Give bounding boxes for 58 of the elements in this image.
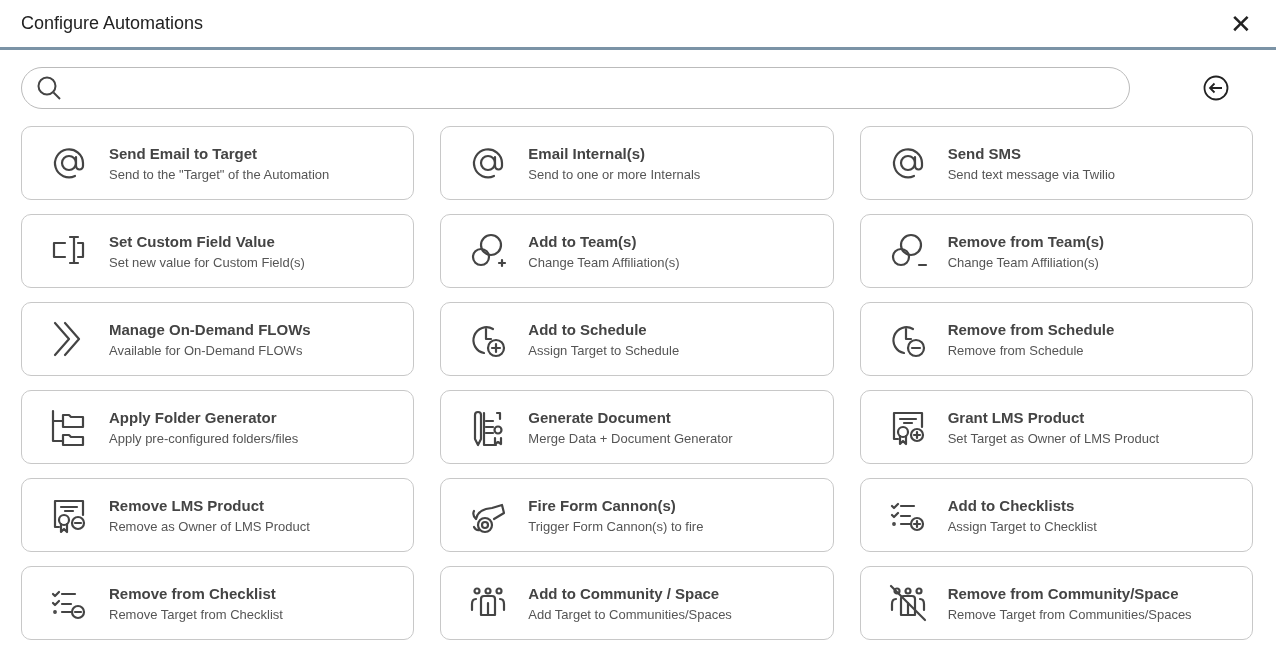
automation-title: Manage On-Demand FLOWs xyxy=(109,319,311,339)
automation-card[interactable]: Grant LMS Product Set Target as Owner of LMS Product xyxy=(859,390,1253,464)
automation-title: Remove from Checklist xyxy=(109,583,277,603)
automation-card[interactable]: Remove from Schedule Remove from Schedule xyxy=(859,302,1253,376)
automation-card[interactable]: Send SMS Send text message via Twilio xyxy=(859,126,1253,200)
automation-title: Add to Schedule xyxy=(528,319,648,339)
automation-title: Email Internal(s) xyxy=(528,143,647,163)
automation-description: Remove as Owner of LMS Product xyxy=(109,517,310,535)
automation-card[interactable]: Add to Checklists Assign Target to Checklist xyxy=(859,478,1253,552)
automation-card[interactable]: Remove from Community/Space Remove Target from Communities/Spaces xyxy=(859,566,1253,640)
automation-description: Add Target to Communities/Spaces xyxy=(528,605,732,623)
automation-card[interactable]: Remove LMS Product Remove as Owner of LMS Product xyxy=(21,478,415,552)
automation-description: Merge Data + Document Generator xyxy=(528,429,733,447)
automation-description: Assign Target to Checklist xyxy=(947,517,1097,535)
automation-title: Generate Document xyxy=(528,407,672,427)
automation-title: Send SMS xyxy=(947,143,1022,163)
automation-card[interactable]: Send Email to Target Send to the "Target" of the Automation xyxy=(21,126,415,200)
automation-title: Set Custom Field Value xyxy=(109,231,276,251)
search-icon xyxy=(36,75,62,101)
automation-description: Apply pre-configured folders/files xyxy=(109,429,299,447)
automation-title: Remove LMS Product xyxy=(109,495,266,515)
automation-card[interactable]: Remove from Checklist Remove Target from Checklist xyxy=(21,566,415,640)
automation-title: Send Email to Target xyxy=(109,143,259,163)
dialog-title: Configure Automations xyxy=(21,12,204,35)
automation-title: Grant LMS Product xyxy=(947,407,1086,427)
automation-description: Set Target as Owner of LMS Product xyxy=(947,429,1160,447)
automation-description: Set new value for Custom Field(s) xyxy=(109,253,305,271)
automation-card[interactable]: Manage On-Demand FLOWs Available for On-Demand FLOWs xyxy=(21,302,415,376)
automation-description: Available for On-Demand FLOWs xyxy=(109,341,304,359)
automation-description: Send to one or more Internals xyxy=(528,165,701,183)
automation-card[interactable]: Set Custom Field Value Set new value for Custom Field(s) xyxy=(21,214,415,288)
automation-title: Remove from Schedule xyxy=(947,319,1115,339)
automation-description: Send text message via Twilio xyxy=(947,165,1116,183)
automation-title: Fire Form Cannon(s) xyxy=(528,495,677,515)
automation-card[interactable]: Email Internal(s) Send to one or more Internals xyxy=(440,126,834,200)
close-button[interactable]: ✕ xyxy=(1226,10,1256,37)
back-button[interactable] xyxy=(1202,74,1230,102)
automation-title: Remove from Community/Space xyxy=(947,583,1180,603)
automation-description: Assign Target to Schedule xyxy=(528,341,680,359)
automation-description: Remove Target from Communities/Spaces xyxy=(947,605,1192,623)
automation-description: Change Team Affiliation(s) xyxy=(528,253,680,271)
automation-description: Change Team Affiliation(s) xyxy=(947,253,1100,271)
automation-title: Apply Folder Generator xyxy=(109,407,278,427)
automation-card[interactable]: Add to Schedule Assign Target to Schedule xyxy=(440,302,834,376)
automation-title: Add to Community / Space xyxy=(528,583,721,603)
automation-description: Remove Target from Checklist xyxy=(109,605,283,623)
automation-title: Add to Checklists xyxy=(947,495,1076,515)
automation-card[interactable]: Remove from Team(s) Change Team Affiliation(s) xyxy=(859,214,1253,288)
automation-card[interactable]: Generate Document Merge Data + Document Generator xyxy=(440,390,834,464)
automation-card[interactable]: Apply Folder Generator Apply pre-configured folders/files xyxy=(21,390,415,464)
automation-description: Trigger Form Cannon(s) to fire xyxy=(528,517,704,535)
automation-description: Send to the "Target" of the Automation xyxy=(109,165,330,183)
automation-card[interactable]: Add to Community / Space Add Target to Communities/Spaces xyxy=(440,566,834,640)
automation-title: Remove from Team(s) xyxy=(947,231,1105,251)
automation-card[interactable]: Fire Form Cannon(s) Trigger Form Cannon(s) to fire xyxy=(440,478,834,552)
automation-description: Remove from Schedule xyxy=(947,341,1085,359)
automation-title: Add to Team(s) xyxy=(528,231,638,251)
automation-card[interactable]: Add to Team(s) Change Team Affiliation(s) xyxy=(440,214,834,288)
